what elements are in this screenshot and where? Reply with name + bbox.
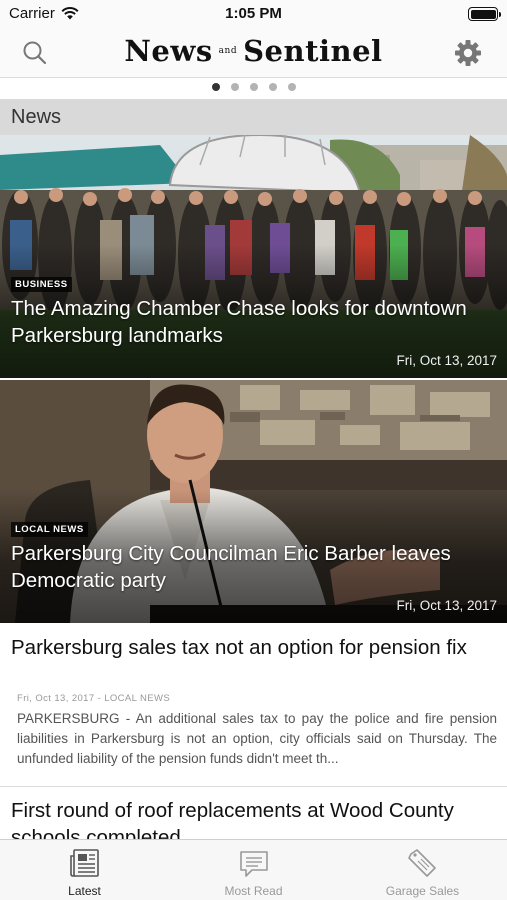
article-list-item[interactable]: First round of roof replacements at Wood… [0,787,507,839]
story-headline[interactable]: Parkersburg City Councilman Eric Barber … [11,540,497,594]
nav-bar: News and Sentinel [0,28,507,78]
masthead-and: and [218,46,238,56]
status-time: 1:05 PM [225,5,282,22]
page-dot[interactable] [268,83,277,91]
section-title: News [11,106,62,128]
tab-most-read[interactable]: Most Read [169,840,338,900]
status-bar: Carrier 1:05 PM [0,0,507,28]
tab-label: Most Read [224,884,283,898]
masthead-right: Sentinel [243,34,383,68]
page-dot[interactable] [211,83,220,91]
page-dot[interactable] [230,83,239,91]
article-meta: Fri, Oct 13, 2017 - LOCAL NEWS [17,693,171,704]
tab-latest[interactable]: Latest [0,840,169,900]
hero-story-card[interactable]: LOCAL NEWS Parkersburg City Councilman E… [0,380,507,623]
story-date: Fri, Oct 13, 2017 [396,353,497,368]
section-header: News [0,99,507,135]
page-indicator[interactable] [0,83,507,91]
tab-bar: Latest Most Read Garage Sales [0,839,507,900]
page-dot[interactable] [287,83,296,91]
hero-story-card[interactable]: BUSINESS The Amazing Chamber Chase looks… [0,135,507,378]
battery-icon [468,7,501,21]
tab-garage-sales[interactable]: Garage Sales [338,840,507,900]
category-badge: BUSINESS [11,277,72,292]
masthead-left: News [124,34,213,68]
tab-label: Latest [68,884,101,898]
category-badge: LOCAL NEWS [11,522,88,537]
newspaper-icon [69,849,99,877]
page-dot[interactable] [249,83,258,91]
settings-button[interactable] [453,38,483,68]
gear-icon [455,40,481,66]
article-list-item[interactable]: Parkersburg sales tax not an option for … [0,623,507,787]
article-headline[interactable]: First round of roof replacements at Wood… [11,797,495,839]
article-headline[interactable]: Parkersburg sales tax not an option for … [11,634,495,661]
article-excerpt: PARKERSBURG - An additional sales tax to… [17,711,497,766]
story-headline[interactable]: The Amazing Chamber Chase looks for down… [11,295,497,349]
tab-label: Garage Sales [385,884,460,898]
masthead-logo: News and Sentinel [0,34,507,68]
story-date: Fri, Oct 13, 2017 [396,598,497,613]
price-tag-icon [407,849,436,877]
speech-bubble-icon [239,851,268,877]
